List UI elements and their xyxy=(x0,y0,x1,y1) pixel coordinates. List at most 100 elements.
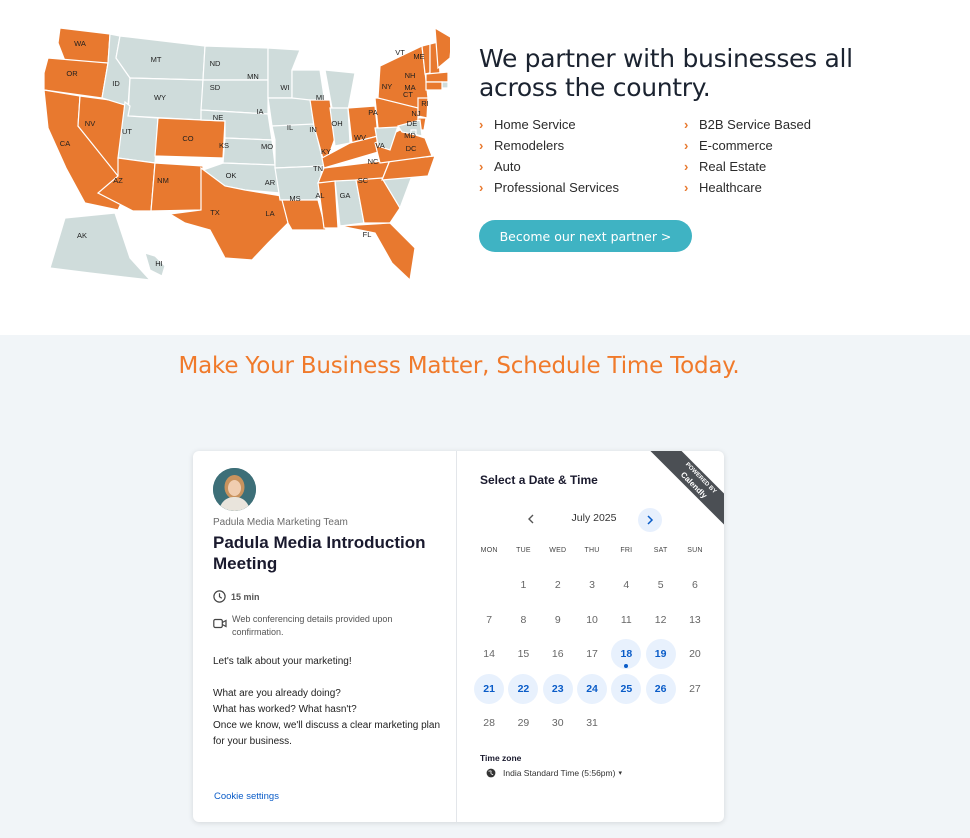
calendar-day-empty xyxy=(643,706,677,741)
industry-item: › Home Service xyxy=(479,116,684,132)
state-label-pa: PA xyxy=(368,108,377,117)
calendar-day-empty xyxy=(472,568,506,603)
state-label-ok: OK xyxy=(226,171,237,180)
calendar-day-14: 14 xyxy=(483,648,495,661)
state-label-wy: WY xyxy=(154,93,166,102)
state-label-nv: NV xyxy=(85,119,95,128)
calendar-day-8: 8 xyxy=(520,613,527,626)
state-label-il: IL xyxy=(287,123,293,132)
calendar-day-31: 31 xyxy=(586,717,598,730)
select-date-title: Select a Date & Time xyxy=(480,473,598,487)
calendar-day-22[interactable]: 22 xyxy=(506,672,540,707)
calendar-grid: MON TUE WED THU FRI SAT SUN 1 2 3 4 5 6 7 8 9 10 11 12 13 1… xyxy=(472,547,716,741)
calendly-widget: Padula Media Marketing Team Padula Media… xyxy=(193,451,724,822)
calendar-day-empty xyxy=(678,706,712,741)
calendar-day-28: 28 xyxy=(483,717,495,730)
globe-icon xyxy=(486,768,496,778)
calendar-day-3: 3 xyxy=(589,579,595,592)
calendar-day-19[interactable]: 19 xyxy=(643,637,677,672)
state-label-ne: NE xyxy=(213,113,223,122)
calendar-day-4: 4 xyxy=(623,579,630,592)
chevron-right-icon: › xyxy=(479,137,484,153)
calendar-day-5: 5 xyxy=(657,579,664,592)
calendar-day-21[interactable]: 21 xyxy=(472,672,506,707)
calendar-week: 21 22 23 24 25 26 27 xyxy=(472,672,716,707)
calendar-day-15: 15 xyxy=(517,648,530,661)
state-label-ky: KY xyxy=(321,147,331,156)
industry-label: B2B Service Based xyxy=(699,116,812,132)
industry-label: E-commerce xyxy=(699,137,773,153)
calendar-day-25[interactable]: 25 xyxy=(609,672,643,707)
chevron-right-icon: › xyxy=(684,116,689,132)
month-navigation: July 2025 xyxy=(518,508,668,532)
calendar-day-29: 29 xyxy=(517,717,530,730)
calendar-day-20: 20 xyxy=(689,648,701,661)
calendar-day-1: 1 xyxy=(520,579,527,592)
calendar-day-11: 11 xyxy=(620,613,632,626)
state-ct xyxy=(425,81,443,91)
state-label-ri: RI xyxy=(421,99,429,108)
weekday-label: WED xyxy=(549,547,567,554)
event-title: Padula Media Introduction Meeting xyxy=(213,533,426,573)
calendar-day-18[interactable]: 18 xyxy=(609,637,643,672)
state-label-co: CO xyxy=(182,134,193,143)
state-label-ny: NY xyxy=(382,82,392,91)
description-line: Once we know, we'll discuss a clear mark… xyxy=(213,720,441,747)
state-label-ms: MS xyxy=(289,194,300,203)
description-line: What are you already doing? xyxy=(213,688,341,699)
description-line xyxy=(213,670,443,686)
industry-item: › Real Estate xyxy=(684,158,889,174)
chevron-right-icon: › xyxy=(684,179,689,195)
next-month-button[interactable] xyxy=(638,508,662,532)
state-label-md: MD xyxy=(404,131,416,140)
state-label-ar: AR xyxy=(265,178,276,187)
state-label-nh: NH xyxy=(405,71,416,80)
become-partner-button[interactable]: Become our next partner > xyxy=(479,220,692,252)
timezone-value: India Standard Time (5:56pm) xyxy=(503,768,616,778)
calendar-week: 7 8 9 10 11 12 13 xyxy=(472,603,716,638)
state-ak xyxy=(49,212,152,281)
partner-section: WA OR CA NV ID MT WY UT AZ CO NM ND SD NE KS OK TX MN IA MO… xyxy=(0,0,970,335)
state-label-az: AZ xyxy=(113,176,123,185)
industry-item: › E-commerce xyxy=(684,137,889,153)
chevron-right-icon: › xyxy=(479,116,484,132)
industry-item: › Remodelers xyxy=(479,137,684,153)
calendar-day-9: 9 xyxy=(554,613,561,626)
industry-label: Healthcare xyxy=(699,179,762,195)
previous-month-button[interactable] xyxy=(522,510,540,528)
calendar-day-empty xyxy=(609,706,643,741)
state-label-sc: SC xyxy=(358,176,369,185)
industry-label: Remodelers xyxy=(494,137,565,153)
state-label-de: DE xyxy=(407,119,417,128)
industry-label: Professional Services xyxy=(494,179,619,195)
calendar-day-7: 7 xyxy=(486,613,493,626)
state-label-hi: HI xyxy=(155,259,163,268)
state-label-va: VA xyxy=(375,141,384,150)
calendar-day-17: 17 xyxy=(586,648,598,661)
state-label-mi: MI xyxy=(316,93,324,102)
partner-title: We partner with businesses all across th… xyxy=(479,44,853,102)
state-label-wa: WA xyxy=(74,39,86,48)
state-label-ut: UT xyxy=(122,127,132,136)
weekday-label: THU xyxy=(584,547,600,554)
calendar-day-30: 30 xyxy=(551,717,564,730)
state-me xyxy=(434,26,450,70)
state-label-ct: CT xyxy=(403,90,413,99)
chevron-left-icon xyxy=(528,514,534,524)
cookie-settings-link[interactable]: Cookie settings xyxy=(214,791,279,802)
chevron-right-icon: › xyxy=(684,158,689,174)
weekday-label: TUE xyxy=(516,547,531,554)
state-label-la: LA xyxy=(265,209,274,218)
timezone-selector[interactable]: India Standard Time (5:56pm) ▾ xyxy=(486,768,622,778)
industry-item: › B2B Service Based xyxy=(684,116,889,132)
industry-label: Home Service xyxy=(494,116,576,132)
calendar-day-23[interactable]: 23 xyxy=(541,672,575,707)
state-ri xyxy=(441,81,449,89)
calendar-day-24[interactable]: 24 xyxy=(575,672,609,707)
calendar-day-26[interactable]: 26 xyxy=(643,672,677,707)
avatar xyxy=(213,468,256,511)
state-label-or: OR xyxy=(66,69,78,78)
state-label-sd: SD xyxy=(210,83,221,92)
state-label-mt: MT xyxy=(151,55,162,64)
state-label-ks: KS xyxy=(219,141,229,150)
